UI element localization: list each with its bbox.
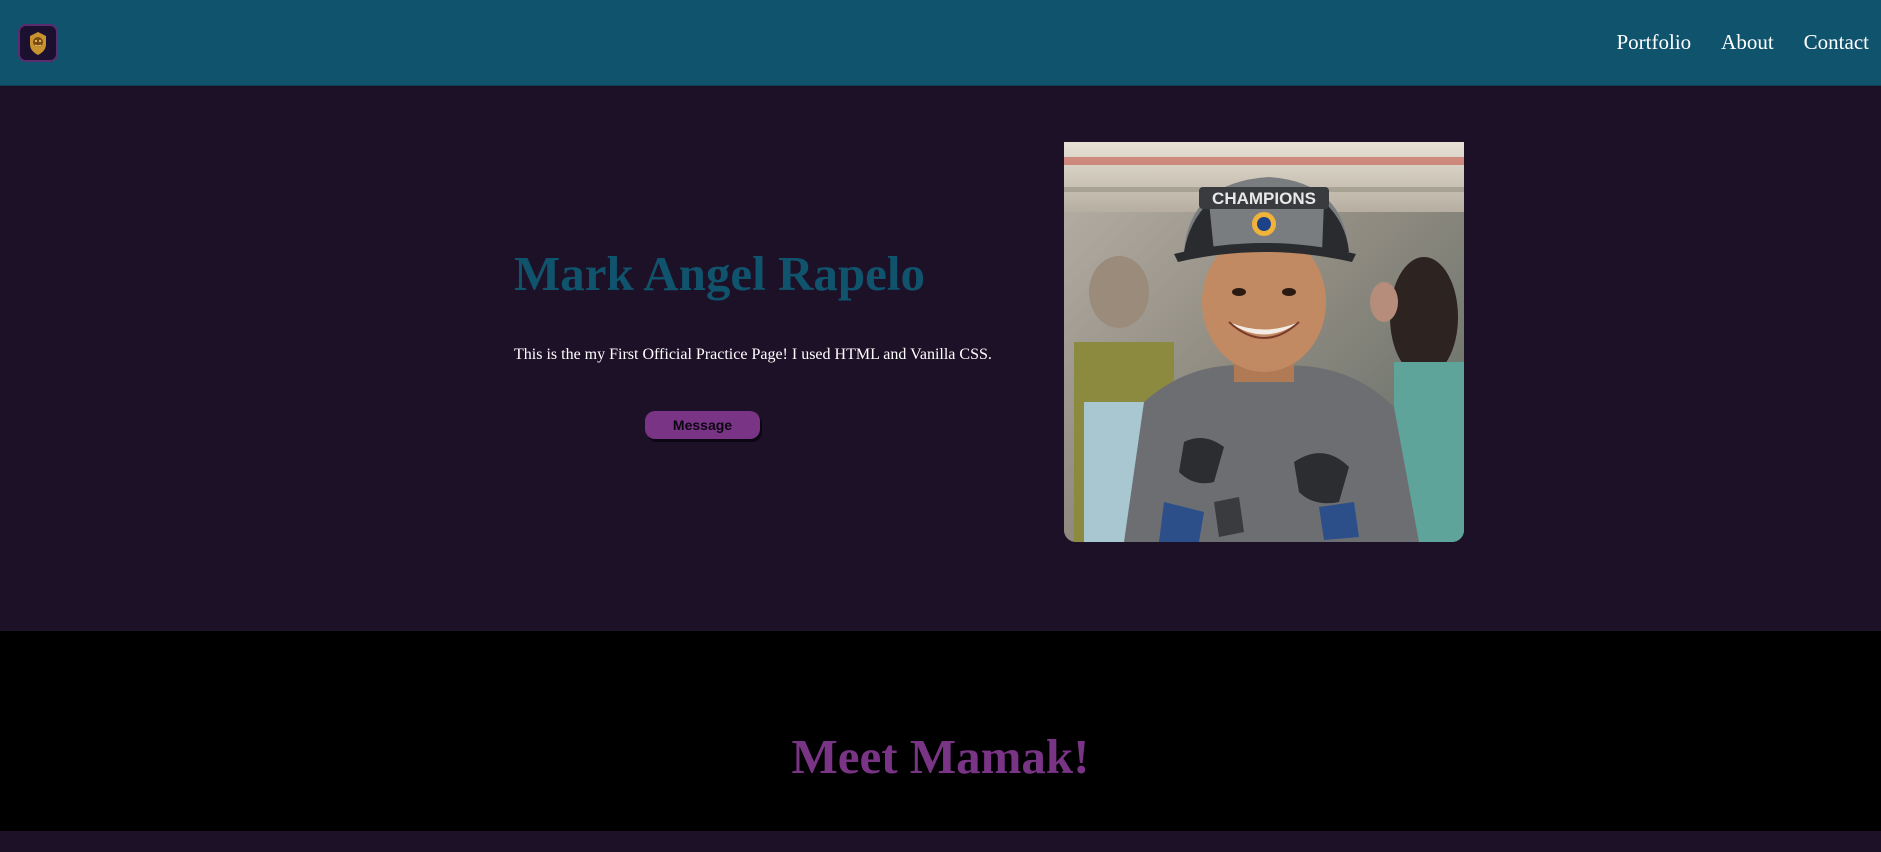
profile-photo: CHAMPIONS — [1064, 142, 1464, 542]
meet-section: Meet Mamak! — [0, 631, 1881, 831]
message-button[interactable]: Message — [645, 411, 760, 439]
hero-section: Mark Angel Rapelo This is the my First O… — [0, 86, 1881, 631]
nav-link-portfolio[interactable]: Portfolio — [1617, 28, 1692, 56]
nav-links: Portfolio About Contact — [1587, 28, 1870, 56]
profile-photo-image: CHAMPIONS — [1064, 142, 1464, 542]
nav-link-about[interactable]: About — [1721, 28, 1774, 56]
meet-title: Meet Mamak! — [791, 729, 1090, 784]
lion-crest-icon — [30, 32, 46, 55]
logo-icon[interactable] — [18, 24, 58, 62]
hero-name: Mark Angel Rapelo — [514, 246, 926, 301]
nav-link-contact[interactable]: Contact — [1804, 28, 1869, 56]
hero-description: This is the my First Official Practice P… — [514, 346, 992, 363]
bottom-strip — [0, 831, 1881, 852]
svg-text:CHAMPIONS: CHAMPIONS — [1212, 189, 1316, 208]
navbar: Portfolio About Contact — [0, 0, 1881, 86]
